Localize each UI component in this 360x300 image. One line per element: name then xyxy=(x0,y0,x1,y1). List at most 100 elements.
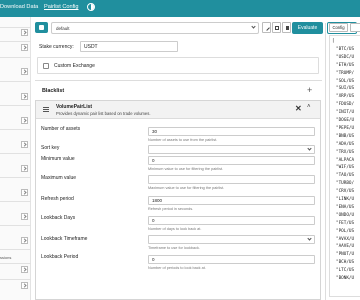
json-line: "TRUMP/ xyxy=(336,70,355,76)
pairlist-card: VolumePairList Provides dynamic pair lis… xyxy=(35,100,321,300)
json-line: "LINK/U xyxy=(336,197,355,202)
nav-download-data[interactable]: Download Data xyxy=(0,4,38,10)
json-line: "POL/US xyxy=(336,228,355,234)
json-output-panel: Config ["BTC/US "USDC/U "ETH/US "TRUMP/ "SOL… xyxy=(325,23,360,300)
field-label-lookback-days: Lookback Days xyxy=(41,215,76,221)
left-select-9[interactable] xyxy=(21,213,28,220)
copy-icon xyxy=(275,26,279,30)
json-line: "FET/US xyxy=(336,220,355,226)
json-line: "INIT/U xyxy=(336,110,355,116)
json-line: "BONK/U xyxy=(336,276,355,281)
chevron-down-icon xyxy=(307,236,312,241)
config-tab[interactable]: Config xyxy=(329,23,348,32)
left-select-5[interactable] xyxy=(21,117,28,124)
stake-currency-label: Stake currency: xyxy=(39,44,74,50)
save-button[interactable] xyxy=(35,22,48,33)
json-code-view[interactable]: ["BTC/US "USDC/U "ETH/US "TRUMP/ "SOL/US "SUI… xyxy=(329,35,360,297)
number-of-assets-input[interactable]: 30 xyxy=(148,127,315,136)
minimum-value-help: Minimum value to use for filtering the p… xyxy=(148,167,224,171)
json-line: "PEPE/U xyxy=(336,125,355,131)
left-select-8[interactable] xyxy=(21,189,28,196)
field-label-number-of-assets: Number of assets xyxy=(41,126,81,132)
left-truncated-label: ssions xyxy=(0,255,12,260)
left-select-2[interactable] xyxy=(21,44,28,51)
trash-icon xyxy=(286,26,289,30)
drag-handle-icon[interactable] xyxy=(43,107,49,112)
json-line: [ xyxy=(332,39,335,44)
remove-pairlist-close-icon[interactable]: ✕ xyxy=(295,104,302,113)
json-line: "SUI/US xyxy=(336,86,355,92)
add-blacklist-plus-icon[interactable]: + xyxy=(307,85,312,95)
refresh-period-help: Refresh period in seconds. xyxy=(148,207,194,211)
json-line: "CRV/US xyxy=(336,189,355,195)
field-label-lookback-timeframe: Lookback Timeframe xyxy=(41,236,88,242)
pairlist-config-panel: Stake currency: USDT Custom Exchange Bla… xyxy=(35,37,322,300)
number-of-assets-help: Number of assets to use from the pairlis… xyxy=(148,138,218,142)
sort-key-select[interactable] xyxy=(148,145,315,154)
lookback-days-help: Number of days to look back at. xyxy=(148,227,202,231)
top-nav-bar: Download Data Pairlist Config xyxy=(0,0,360,17)
json-line: "ALPACA xyxy=(336,157,355,163)
json-line: "SOL/US xyxy=(336,78,355,84)
pairlist-description: Provides dynamic pair list based on trad… xyxy=(56,111,151,116)
json-line: "LTC/US xyxy=(336,268,355,274)
pairlist-card-header: VolumePairList Provides dynamic pair lis… xyxy=(36,101,320,119)
copy-button[interactable] xyxy=(272,22,281,33)
left-select-6[interactable] xyxy=(21,141,28,148)
field-label-lookback-period: Lookback Period xyxy=(41,254,79,260)
json-line: "AVAX/U xyxy=(336,236,355,242)
json-line: "ONDO/U xyxy=(336,212,355,218)
json-line: "ETH/US xyxy=(336,62,355,68)
left-select-12[interactable] xyxy=(21,282,28,289)
left-select-7[interactable] xyxy=(21,165,28,172)
secondary-tab[interactable] xyxy=(350,23,360,32)
field-label-sort-key: Sort key xyxy=(41,145,60,151)
lookback-days-input[interactable]: 0 xyxy=(148,216,315,225)
json-line: "USDC/U xyxy=(336,54,355,60)
json-line: "XRP/US xyxy=(336,94,355,100)
json-line: "BCH/US xyxy=(336,260,355,266)
custom-exchange-label: Custom Exchange xyxy=(54,63,95,69)
divider xyxy=(35,80,322,81)
json-line: "TURBO/ xyxy=(336,181,355,187)
json-line: "AAVE/U xyxy=(336,244,355,250)
left-select-3[interactable] xyxy=(21,68,28,75)
chevron-down-icon xyxy=(307,146,312,151)
json-line: "BTC/US xyxy=(336,46,355,52)
nav-pairlist-config[interactable]: Pairlist Config xyxy=(44,4,79,10)
minimum-value-input[interactable]: 0 xyxy=(148,156,315,165)
field-label-refresh-period: Refresh period xyxy=(41,196,74,202)
blacklist-label: Blacklist xyxy=(42,88,65,94)
pencil-icon xyxy=(264,25,270,31)
json-line: "WIF/US xyxy=(336,165,355,171)
json-line: "TAO/US xyxy=(336,173,355,179)
edit-button[interactable] xyxy=(262,22,271,33)
field-label-minimum-value: Minimum value xyxy=(41,156,75,162)
maximum-value-input[interactable] xyxy=(148,175,315,184)
chevron-up-icon[interactable]: ˄ xyxy=(307,104,311,110)
lookback-timeframe-select[interactable] xyxy=(148,235,315,244)
maximum-value-help: Maximum value to use for filtering the p… xyxy=(148,186,225,190)
left-select-11[interactable] xyxy=(21,266,28,273)
chevron-down-icon xyxy=(251,24,256,29)
left-select-1[interactable] xyxy=(21,29,28,36)
delete-button[interactable] xyxy=(282,22,291,33)
custom-exchange-box: Custom Exchange xyxy=(37,57,319,74)
stake-currency-input[interactable]: USDT xyxy=(80,41,178,52)
json-line: "ENA/US xyxy=(336,204,355,210)
field-label-maximum-value: Maximum value xyxy=(41,175,77,181)
json-line: "TRX/US xyxy=(336,149,355,155)
theme-toggle-icon[interactable] xyxy=(87,3,95,11)
refresh-period-input[interactable]: 1800 xyxy=(148,196,315,205)
evaluate-button[interactable]: Evaluate xyxy=(292,22,323,34)
custom-exchange-checkbox[interactable] xyxy=(43,63,49,69)
lookback-timeframe-help: Timeframe to use for lookback. xyxy=(148,246,200,250)
left-select-10[interactable] xyxy=(21,237,28,244)
json-line: "FDUSD/ xyxy=(336,102,355,108)
left-column: ssions xyxy=(0,17,31,300)
config-select[interactable]: default xyxy=(51,22,259,34)
json-line: "ADA/US xyxy=(336,141,355,147)
json-line: "PNUT/U xyxy=(336,252,355,258)
lookback-period-input[interactable]: 0 xyxy=(148,255,315,264)
left-select-4[interactable] xyxy=(21,93,28,100)
